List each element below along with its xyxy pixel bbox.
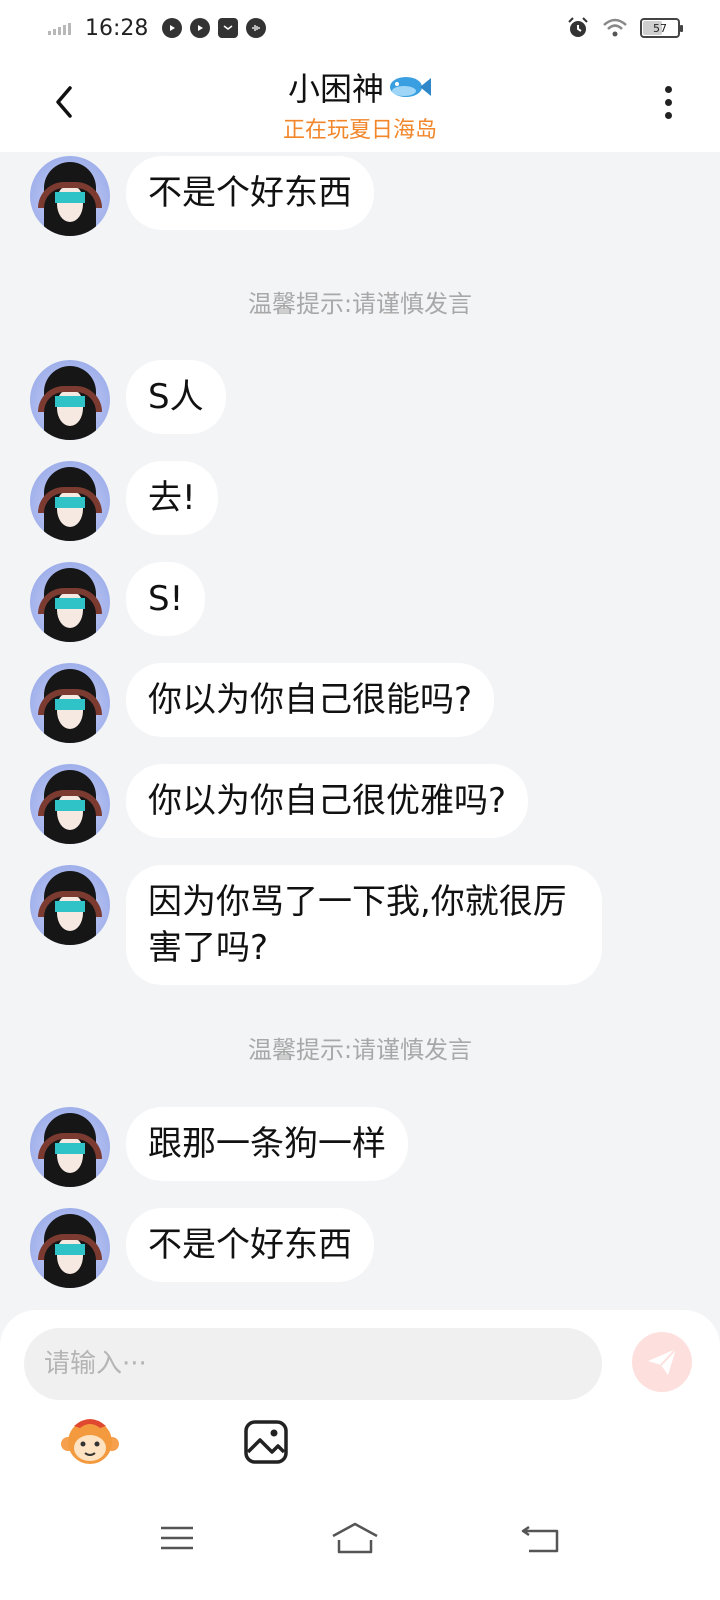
message-row: 去! — [30, 461, 218, 541]
image-icon — [244, 1420, 288, 1464]
nav-home-button[interactable] — [330, 1518, 380, 1558]
status-time: 16:28 — [85, 15, 149, 41]
status-subtitle: 正在玩夏日海岛 — [282, 118, 437, 143]
warning-notice: 温馨提示:请谨慎发言 — [247, 290, 473, 318]
message-row: 你以为你自己很能吗? — [30, 663, 495, 743]
battery-level: 57 — [653, 21, 667, 35]
send-button[interactable] — [632, 1332, 692, 1392]
avatar[interactable] — [30, 1107, 110, 1187]
wifi-icon — [603, 18, 627, 37]
warning-notice: 温馨提示:请谨慎发言 — [247, 1036, 473, 1064]
status-right: 57 — [566, 16, 683, 40]
message-row: 因为你骂了一下我,你就很厉害了吗? — [30, 865, 602, 985]
avatar[interactable] — [30, 360, 110, 440]
avatar[interactable] — [30, 562, 110, 642]
message-bubble[interactable]: 去! — [126, 461, 218, 535]
image-button[interactable] — [242, 1418, 290, 1466]
status-left: 16:28 — [48, 15, 267, 41]
message-row: 你以为你自己很优雅吗? — [30, 764, 529, 844]
avatar[interactable] — [30, 156, 110, 236]
message-input[interactable] — [24, 1328, 602, 1400]
menu-icon — [161, 1526, 193, 1550]
fish-icon — [390, 77, 431, 97]
message-row: 不是个好东西 — [30, 156, 374, 236]
avatar[interactable] — [30, 461, 110, 541]
mail-notification-icon — [218, 18, 239, 38]
monkey-emoji-icon — [61, 1419, 119, 1464]
send-icon — [648, 1348, 677, 1375]
message-bubble[interactable]: 你以为你自己很优雅吗? — [126, 764, 529, 838]
audio-notification-icon — [246, 18, 267, 38]
nav-menu-button[interactable] — [152, 1518, 202, 1558]
avatar[interactable] — [30, 1208, 110, 1288]
message-bubble[interactable]: 不是个好东西 — [126, 156, 374, 230]
emoji-button[interactable] — [60, 1414, 120, 1470]
chat-messages[interactable]: 不是个好东西 温馨提示:请谨慎发言 S人 去! S! 你以为你自己很能吗? 你以… — [0, 152, 720, 1310]
message-bubble[interactable]: S! — [126, 562, 206, 636]
back-icon — [521, 1525, 559, 1553]
message-bubble[interactable]: 因为你骂了一下我,你就很厉害了吗? — [126, 865, 602, 985]
message-row: 不是个好东西 — [30, 1208, 374, 1288]
avatar[interactable] — [30, 865, 110, 945]
message-bubble[interactable]: 跟那一条狗一样 — [126, 1107, 408, 1181]
play-notification-icon — [190, 18, 211, 38]
status-bar: 16:28 57 — [0, 0, 720, 56]
avatar[interactable] — [30, 764, 110, 844]
play-notification-icon — [162, 18, 183, 38]
title-block: 小困神 正在玩夏日海岛 — [0, 64, 720, 144]
signal-icon — [48, 21, 71, 35]
battery-icon: 57 — [640, 18, 683, 38]
more-vertical-icon — [664, 85, 672, 93]
message-bubble[interactable]: S人 — [126, 360, 226, 434]
nav-back-button[interactable] — [516, 1518, 566, 1558]
home-icon — [332, 1522, 378, 1554]
avatar[interactable] — [30, 663, 110, 743]
message-bubble[interactable]: 你以为你自己很能吗? — [126, 663, 495, 737]
message-row: 跟那一条狗一样 — [30, 1107, 408, 1187]
more-options-button[interactable] — [656, 82, 680, 122]
page-title: 小困神 — [287, 70, 384, 108]
chat-header: 小困神 正在玩夏日海岛 — [0, 56, 720, 152]
message-row: S! — [30, 562, 206, 642]
message-bubble[interactable]: 不是个好东西 — [126, 1208, 374, 1282]
message-row: S人 — [30, 360, 226, 440]
alarm-icon — [568, 17, 588, 37]
system-nav-bar — [0, 1500, 720, 1600]
